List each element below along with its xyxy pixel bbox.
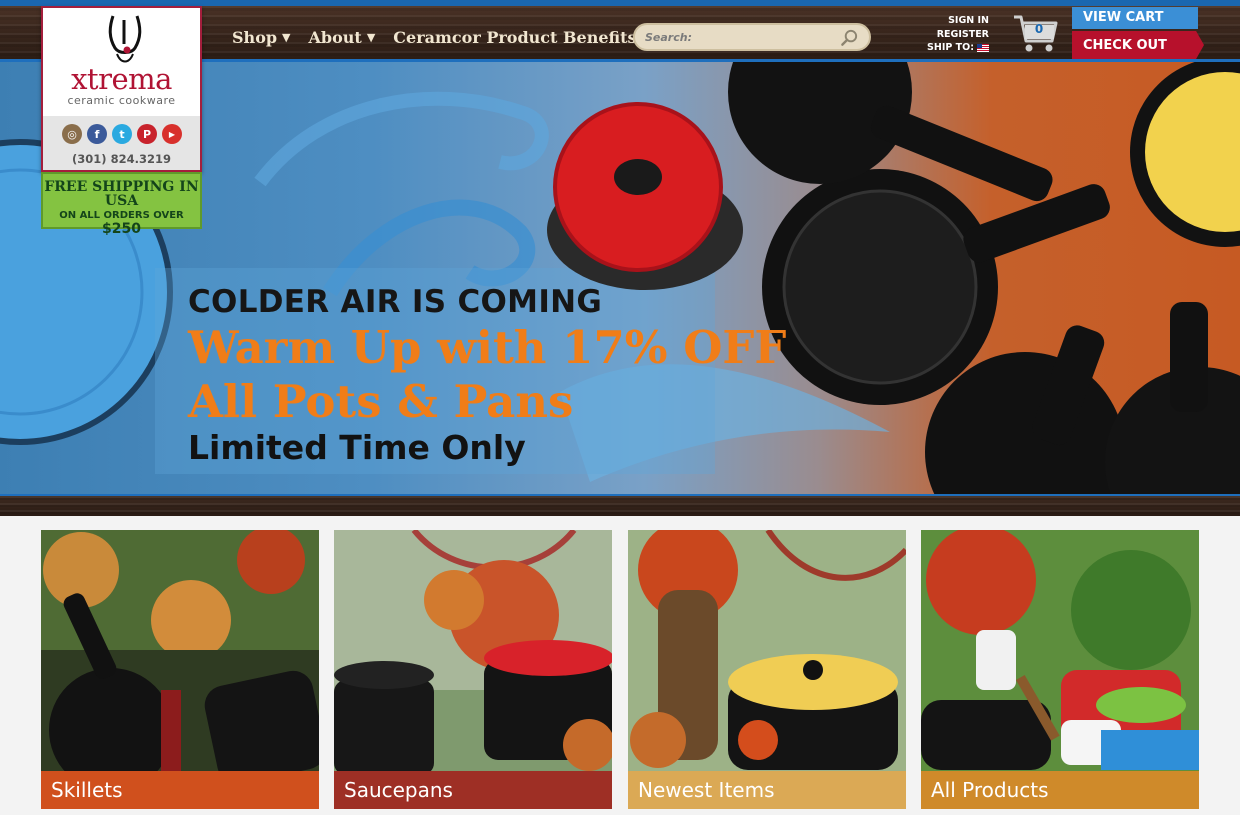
- hero-limited-time: Limited Time Only: [188, 428, 526, 467]
- twitter-icon[interactable]: t: [112, 124, 132, 144]
- category-label-all-products: All Products: [921, 771, 1199, 809]
- view-cart-button[interactable]: VIEW CART: [1072, 7, 1198, 29]
- chevron-down-icon: ▼: [366, 31, 376, 44]
- hero-discount: Warm Up with 17% OFF: [188, 321, 787, 374]
- free-shipping-amount: $250: [102, 221, 141, 237]
- account-links: SIGN IN REGISTER SHIP TO:: [925, 14, 989, 55]
- cart-count: 0: [1034, 22, 1044, 36]
- us-flag-icon: [977, 43, 989, 52]
- saucepans-image: [334, 530, 612, 809]
- nav-shop[interactable]: Shop ▼: [232, 28, 291, 47]
- nav-product-benefits[interactable]: Ceramcor Product Benefits ▼: [393, 28, 650, 47]
- hero-headline: COLDER AIR IS COMING: [188, 284, 603, 320]
- chevron-down-icon: ▼: [282, 31, 291, 44]
- category-label-skillets: Skillets: [41, 771, 319, 809]
- category-tiles: Skillets Saucepans Newest Items All Prod…: [41, 530, 1199, 809]
- facebook-icon[interactable]: f: [87, 124, 107, 144]
- main-nav: Shop ▼ About ▼ Ceramcor Product Benefits…: [232, 28, 650, 47]
- free-shipping-badge[interactable]: FREE SHIPPING IN USA ON ALL ORDERS OVER …: [41, 172, 202, 237]
- nav-about[interactable]: About ▼: [309, 28, 376, 47]
- instagram-icon[interactable]: ◎: [62, 124, 82, 144]
- nav-shop-label: Shop: [232, 28, 278, 47]
- register-link[interactable]: REGISTER: [925, 28, 989, 42]
- checkout-button[interactable]: CHECK OUT: [1072, 31, 1204, 59]
- skillets-image: [41, 530, 319, 809]
- nav-product-benefits-label: Ceramcor Product Benefits: [393, 28, 637, 47]
- brand-card: xtrema ceramic cookware ◎ f t P ▶ (301) …: [41, 6, 202, 172]
- search-icon[interactable]: [840, 28, 859, 47]
- hero-promo[interactable]: COLDER AIR IS COMING Warm Up with 17% OF…: [188, 284, 786, 467]
- hero-discount-scope: All Pots & Pans: [188, 375, 574, 428]
- pinterest-icon[interactable]: P: [137, 124, 157, 144]
- category-tile-all-products[interactable]: All Products: [921, 530, 1199, 809]
- free-shipping-condition-text: ON ALL ORDERS OVER: [59, 210, 184, 221]
- brand-name[interactable]: xtrema: [43, 62, 200, 96]
- all-products-image: [921, 530, 1199, 809]
- category-tile-saucepans[interactable]: Saucepans: [334, 530, 612, 809]
- phone-number[interactable]: (301) 824.3219: [43, 152, 200, 166]
- search-box: [633, 23, 871, 51]
- hero-bottom-border: [0, 494, 1240, 516]
- category-label-saucepans: Saucepans: [334, 771, 612, 809]
- free-shipping-title: FREE SHIPPING IN USA: [44, 179, 199, 209]
- sign-in-link[interactable]: SIGN IN: [925, 14, 989, 28]
- newest-items-image: [628, 530, 906, 809]
- ship-to-label: SHIP TO:: [927, 42, 974, 53]
- ship-to-selector[interactable]: SHIP TO:: [925, 41, 989, 55]
- category-tile-newest-items[interactable]: Newest Items: [628, 530, 906, 809]
- search-input[interactable]: [645, 30, 840, 44]
- category-label-newest-items: Newest Items: [628, 771, 906, 809]
- nav-about-label: About: [308, 28, 362, 47]
- brand-tagline: ceramic cookware: [67, 94, 176, 107]
- social-links: ◎ f t P ▶: [62, 124, 182, 144]
- youtube-icon[interactable]: ▶: [162, 124, 182, 144]
- category-tile-skillets[interactable]: Skillets: [41, 530, 319, 809]
- free-shipping-condition: ON ALL ORDERS OVER $250: [43, 210, 200, 237]
